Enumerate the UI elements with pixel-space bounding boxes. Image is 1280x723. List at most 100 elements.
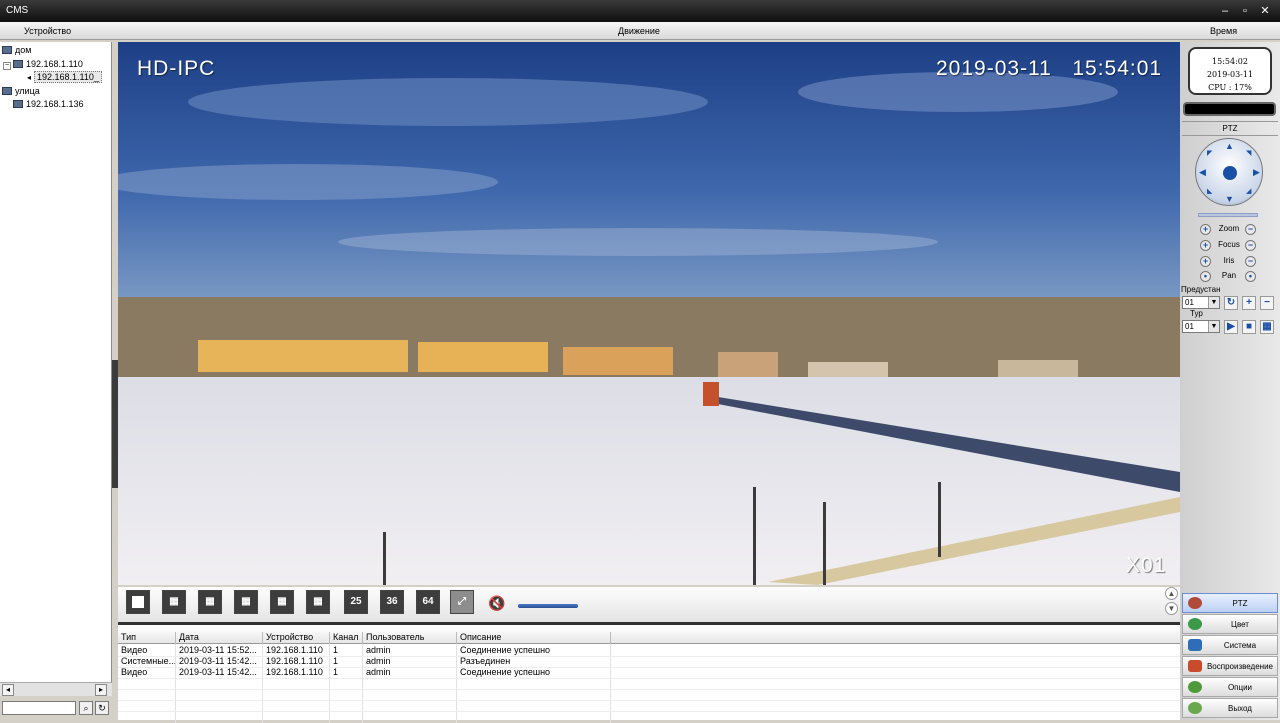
osd-datetime: 2019-03-11 15:54:01 bbox=[936, 57, 1163, 80]
title-bar: CMS – ▫ ✕ bbox=[0, 0, 1280, 22]
arrow-down-icon[interactable]: ▼ bbox=[1225, 194, 1234, 204]
layout-9-button[interactable]: ▦ bbox=[270, 590, 294, 614]
table-row[interactable]: Видео 2019-03-11 15:42... 192.168.1.110 … bbox=[118, 667, 1180, 678]
collapse-icon[interactable]: − bbox=[3, 62, 11, 70]
joystick-center-icon[interactable] bbox=[1223, 166, 1237, 180]
layout-8-button[interactable]: ▦ bbox=[234, 590, 258, 614]
sidebar-button-label: Воспроизведение bbox=[1206, 662, 1274, 671]
menu-device[interactable]: Устройство bbox=[24, 26, 71, 36]
preset-call-button[interactable]: ↻ bbox=[1224, 296, 1238, 310]
pan-right-button[interactable]: • bbox=[1245, 271, 1256, 282]
tour-select[interactable]: 01 ▼ bbox=[1182, 320, 1220, 333]
layout-4-button[interactable]: ▦ bbox=[162, 590, 186, 614]
layout-36-button[interactable]: 36 bbox=[380, 590, 404, 614]
tree-channel-110[interactable]: ◂ 192.168.1.110_ bbox=[27, 71, 102, 83]
tree-device-110[interactable]: − 192.168.1.110 bbox=[3, 59, 83, 70]
focus-in-button[interactable]: + bbox=[1200, 240, 1211, 251]
chevron-down-icon[interactable]: ▼ bbox=[1208, 297, 1219, 308]
layout-6-button[interactable]: ▦ bbox=[198, 590, 222, 614]
col-user[interactable]: Пользователь bbox=[362, 632, 456, 644]
sidebar-button-color[interactable]: Цвет bbox=[1182, 614, 1278, 634]
iris-open-button[interactable]: + bbox=[1200, 256, 1211, 267]
row-line bbox=[118, 678, 1180, 679]
status-date: 2019-03-11 bbox=[1206, 70, 1254, 79]
sidebar-button-ptz[interactable]: PTZ bbox=[1182, 593, 1278, 613]
col-date[interactable]: Дата bbox=[175, 632, 262, 644]
table-row[interactable]: Системные... 2019-03-11 15:42... 192.168… bbox=[118, 656, 1180, 667]
exit-icon bbox=[1188, 702, 1202, 714]
scroll-down-icon[interactable]: ▼ bbox=[1165, 602, 1178, 615]
preset-label: Предустан bbox=[1181, 285, 1221, 294]
preset-remove-button[interactable]: − bbox=[1260, 296, 1274, 310]
volume-slider[interactable] bbox=[518, 604, 578, 608]
control-panel: 15:54:02 2019-03-11 CPU : 17% PTZ ▲ ▼ ◀ … bbox=[1180, 42, 1280, 720]
tree-device-136[interactable]: 192.168.1.136 bbox=[13, 99, 84, 109]
tree-channel-label: 192.168.1.110_ bbox=[34, 71, 102, 83]
tree-group-label: улица bbox=[15, 86, 40, 96]
status-bar bbox=[1183, 102, 1276, 116]
tour-play-button[interactable]: ▶ bbox=[1224, 320, 1238, 334]
camera-icon: ◂ bbox=[27, 73, 32, 82]
mute-icon[interactable]: 🔇 bbox=[488, 595, 505, 612]
iris-close-button[interactable]: − bbox=[1245, 256, 1256, 267]
video-view[interactable]: HD-IPC 2019-03-11 15:54:01 X01 bbox=[118, 42, 1180, 585]
menu-time[interactable]: Время bbox=[1210, 26, 1237, 36]
cell-channel: 1 bbox=[333, 645, 339, 655]
zoom-out-button[interactable]: − bbox=[1245, 224, 1256, 235]
scroll-up-icon[interactable]: ▲ bbox=[1165, 587, 1178, 600]
col-channel[interactable]: Канал bbox=[329, 632, 362, 644]
layout-64-button[interactable]: 64 bbox=[416, 590, 440, 614]
layout-1-button[interactable] bbox=[126, 590, 150, 614]
col-description[interactable]: Описание bbox=[456, 632, 610, 644]
tour-label: Тур bbox=[1190, 309, 1203, 318]
table-row[interactable]: Видео 2019-03-11 15:52... 192.168.1.110 … bbox=[118, 645, 1180, 656]
tree-device-label: 192.168.1.136 bbox=[26, 99, 84, 109]
maximize-button[interactable]: ▫ bbox=[1238, 4, 1252, 18]
preset-add-button[interactable]: + bbox=[1242, 296, 1256, 310]
arrow-upleft-icon[interactable]: ◤ bbox=[1207, 149, 1212, 157]
arrow-right-icon[interactable]: ▶ bbox=[1253, 167, 1260, 178]
ptz-speed-slider[interactable] bbox=[1198, 213, 1258, 217]
options-icon bbox=[1188, 681, 1202, 693]
tour-stop-button[interactable]: ■ bbox=[1242, 320, 1256, 334]
refresh-icon[interactable]: ↻ bbox=[95, 701, 109, 715]
group-icon bbox=[2, 87, 12, 95]
arrow-downleft-icon[interactable]: ◣ bbox=[1207, 187, 1212, 195]
layout-25-button[interactable]: 25 bbox=[344, 590, 368, 614]
zoom-in-button[interactable]: + bbox=[1200, 224, 1211, 235]
menu-motion[interactable]: Движение bbox=[618, 26, 660, 36]
focus-control: + Focus − bbox=[1200, 240, 1258, 252]
arrow-upright-icon[interactable]: ◥ bbox=[1246, 149, 1251, 157]
pan-left-button[interactable]: • bbox=[1200, 271, 1211, 282]
cell-device: 192.168.1.110 bbox=[266, 656, 323, 666]
scroll-left-icon[interactable]: ◂ bbox=[2, 684, 14, 696]
ptz-joystick[interactable]: ▲ ▼ ◀ ▶ ◤ ◥ ◣ ◢ bbox=[1195, 138, 1263, 206]
tour-grid-button[interactable]: ▦ bbox=[1260, 320, 1274, 334]
zoom-control: + Zoom − bbox=[1200, 224, 1258, 236]
tree-group-street[interactable]: улица bbox=[2, 86, 40, 96]
minimize-button[interactable]: – bbox=[1218, 4, 1232, 18]
col-device[interactable]: Устройство bbox=[262, 632, 329, 644]
arrow-left-icon[interactable]: ◀ bbox=[1199, 167, 1206, 178]
sidebar-button-options[interactable]: Опции bbox=[1182, 677, 1278, 697]
device-search-input[interactable] bbox=[2, 701, 76, 715]
col-type[interactable]: Тип bbox=[118, 632, 175, 644]
tree-group-home[interactable]: дом bbox=[2, 45, 31, 55]
tree-hscrollbar[interactable]: ◂ ▸ bbox=[0, 682, 112, 696]
sidebar-button-exit[interactable]: Выход bbox=[1182, 698, 1278, 718]
focus-out-button[interactable]: − bbox=[1245, 240, 1256, 251]
fullscreen-icon[interactable]: ⤢ bbox=[450, 590, 474, 614]
scroll-right-icon[interactable]: ▸ bbox=[95, 684, 107, 696]
arrow-up-icon[interactable]: ▲ bbox=[1225, 141, 1234, 151]
preset-select[interactable]: 01 ▼ bbox=[1182, 296, 1220, 309]
search-icon[interactable]: ⌕ bbox=[79, 701, 93, 715]
sidebar-button-system[interactable]: Система bbox=[1182, 635, 1278, 655]
chevron-down-icon[interactable]: ▼ bbox=[1208, 321, 1219, 332]
toolbar-scroll: ▲ ▼ bbox=[1165, 587, 1180, 620]
arrow-downright-icon[interactable]: ◢ bbox=[1246, 187, 1251, 195]
menu-bar: Устройство Движение Время bbox=[0, 22, 1280, 40]
sidebar-button-label: Выход bbox=[1228, 704, 1252, 713]
layout-16-button[interactable]: ▦ bbox=[306, 590, 330, 614]
sidebar-button-playback[interactable]: Воспроизведение bbox=[1182, 656, 1278, 676]
close-button[interactable]: ✕ bbox=[1258, 4, 1272, 18]
